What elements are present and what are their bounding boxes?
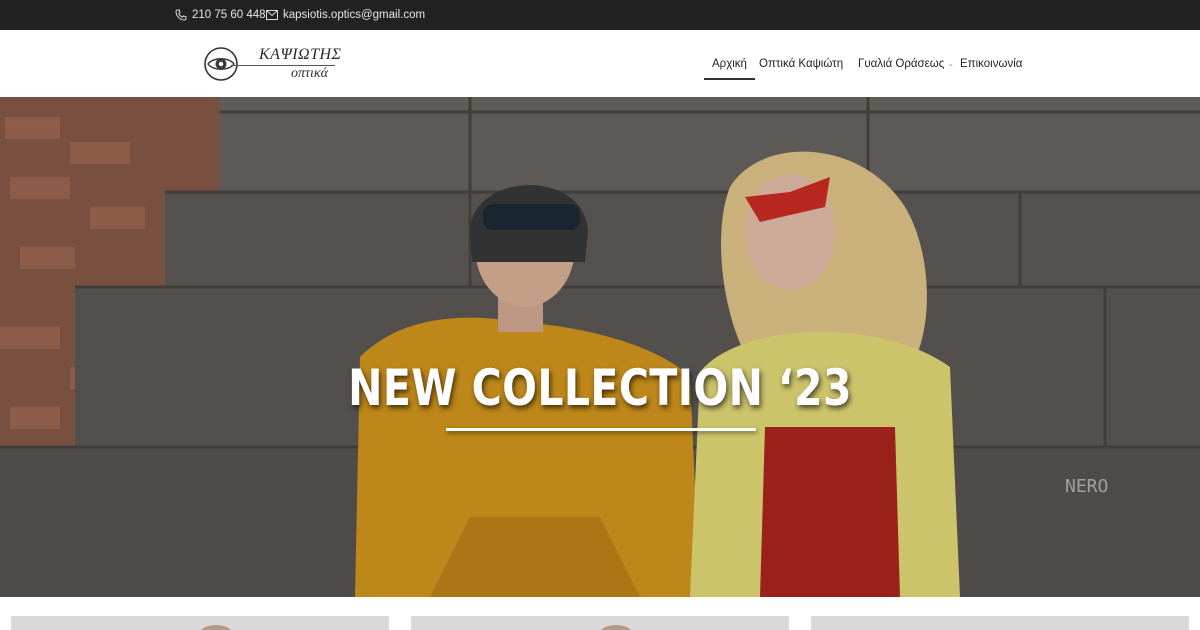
hero-title: NEW COLLECTION ‘23 [348, 359, 852, 417]
eye-logo-icon [204, 47, 238, 81]
email-address: kapsiotis.optics@gmail.com [283, 9, 426, 21]
top-contact-bar: 210 75 60 448 kapsiotis.optics@gmail.com [0, 0, 1200, 30]
nav-home[interactable]: Αρχική [704, 54, 755, 80]
hero-overlay [0, 97, 1200, 597]
card-image [199, 625, 233, 630]
hero-banner: NERO NEW COLLECTION ‘23 [0, 97, 1200, 597]
product-card[interactable] [11, 616, 389, 630]
email-contact[interactable]: kapsiotis.optics@gmail.com [266, 0, 425, 30]
logo-subtitle: οπτικά [291, 66, 328, 81]
site-header: ΚΑΨΙΩΤΗΣ οπτικά Αρχική Οπτικά Καψιώτη Γυ… [0, 30, 1200, 98]
nav-about[interactable]: Οπτικά Καψιώτη [759, 54, 843, 74]
card-image [599, 625, 633, 630]
phone-contact[interactable]: 210 75 60 448 [175, 0, 266, 30]
nav-eyeglasses[interactable]: Γυαλιά Οράσεως ⌄ [858, 54, 954, 74]
product-card[interactable] [811, 616, 1189, 630]
hero-title-underline [446, 428, 756, 431]
product-card[interactable] [411, 616, 789, 630]
site-logo[interactable]: ΚΑΨΙΩΤΗΣ οπτικά [203, 44, 341, 84]
envelope-icon [266, 10, 278, 20]
phone-number: 210 75 60 448 [192, 9, 266, 21]
chevron-down-icon: ⌄ [947, 59, 955, 68]
nav-eyeglasses-label: Γυαλιά Οράσεως [858, 58, 945, 70]
logo-brand: ΚΑΨΙΩΤΗΣ [259, 46, 342, 63]
nav-contact[interactable]: Επικοινωνία [960, 54, 1022, 74]
phone-icon [175, 9, 187, 21]
